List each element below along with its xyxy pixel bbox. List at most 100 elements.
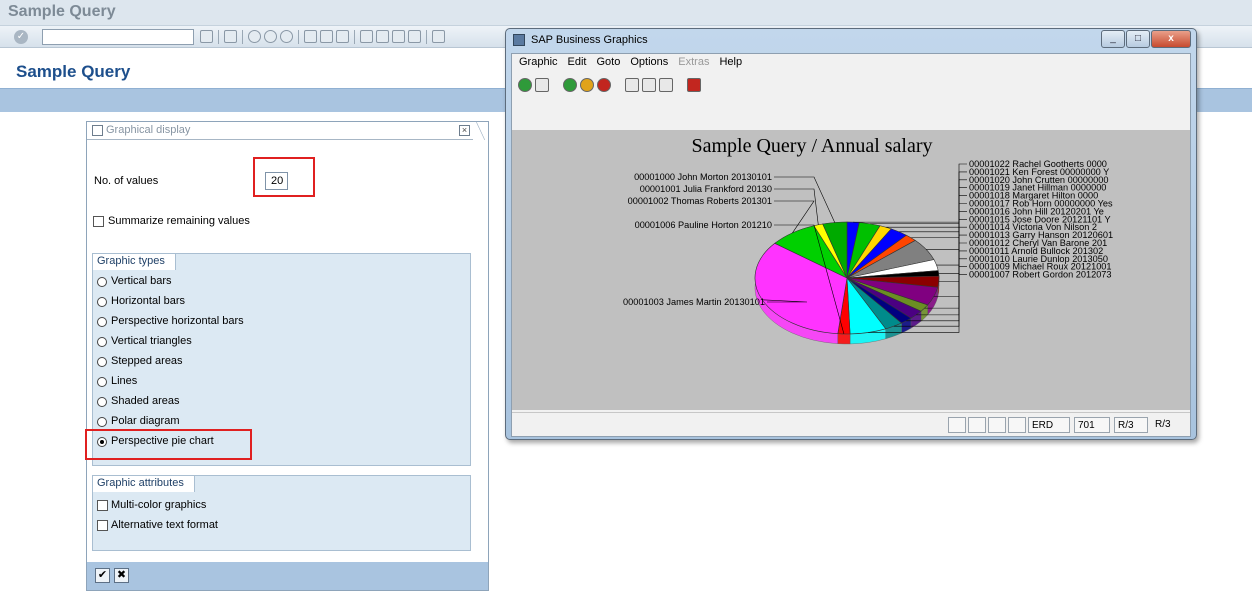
find-icon[interactable] (320, 30, 333, 43)
close-icon[interactable]: x (1151, 30, 1191, 48)
option-label: Stepped areas (111, 355, 183, 367)
cancel-icon[interactable] (597, 78, 611, 92)
window-title: Sample Query (8, 3, 116, 20)
first-page-icon[interactable] (360, 30, 373, 43)
slice-label-00001001-julia-frankford-20130: 00001001 Julia Frankford 20130 (640, 184, 772, 194)
status-system: ERD (1028, 417, 1070, 433)
back-icon[interactable] (248, 30, 261, 43)
cancel-icon[interactable]: ✖ (114, 568, 129, 583)
status-client: 701 (1074, 417, 1110, 433)
print-icon[interactable] (625, 78, 639, 92)
graphic-types-title: Graphic types (93, 254, 176, 270)
menu-goto[interactable]: Goto (597, 56, 621, 72)
option-label: Vertical triangles (111, 335, 192, 347)
radio-perspective-horizontal-bars[interactable] (97, 317, 107, 327)
pie-slice-side-00001006-pauline-horton-201210 (837, 333, 851, 345)
option-label: Perspective horizontal bars (111, 315, 244, 327)
history-icon[interactable] (200, 30, 213, 43)
last-page-icon[interactable] (408, 30, 421, 43)
radio-horizontal-bars[interactable] (97, 297, 107, 307)
panel-footer: ✔ ✖ (87, 562, 488, 590)
leader-line-00001018-margaret-hilton-0000 (910, 195, 967, 239)
graphics-window-title: SAP Business Graphics (531, 34, 648, 46)
panel-header-tab-edge (473, 122, 488, 140)
check-icon[interactable] (518, 78, 532, 92)
menu-edit[interactable]: Edit (568, 56, 587, 72)
graphical-display-panel: Graphical display × No. of values 20 Sum… (85, 121, 489, 591)
graphics-menubar: Graphic Edit Goto Options Extras Help (512, 56, 742, 72)
slice-label-00001007-robert-gordon-2012073: 00001007 Robert Gordon 2012073 (969, 270, 1112, 280)
panel-title: Graphical display (106, 124, 191, 136)
leader-line-00001022-rachel-gootherts-0000 (853, 163, 967, 223)
radio-lines[interactable] (97, 377, 107, 387)
option-label: Alternative text format (111, 519, 218, 531)
find-next-icon[interactable] (336, 30, 349, 43)
panel-close-icon[interactable]: × (459, 125, 470, 136)
help-icon[interactable] (687, 78, 701, 92)
leader-line-00001017-rob-horn-00000000-yes (926, 203, 967, 250)
alternative-text-checkbox[interactable] (97, 520, 108, 531)
multi-color-checkbox[interactable] (97, 500, 108, 511)
panel-popup-icon (92, 125, 103, 136)
chart-title: Sample Query / Annual salary (691, 135, 932, 157)
menu-options[interactable]: Options (630, 56, 668, 72)
new-session-icon[interactable] (432, 30, 445, 43)
toolbar-separator (298, 30, 299, 44)
toolbar-separator (242, 30, 243, 44)
cancel-icon[interactable] (280, 30, 293, 43)
status-box-empty (1008, 417, 1026, 433)
maximize-icon[interactable]: □ (1126, 30, 1150, 48)
radio-polar-diagram[interactable] (97, 417, 107, 427)
graphics-status-bar: ERD 701 R/3 R/3 (512, 412, 1190, 436)
next-page-icon[interactable] (392, 30, 405, 43)
graphics-title-bar[interactable]: SAP Business Graphics _ □ x (506, 29, 1196, 53)
graphics-client-area: Graphic Edit Goto Options Extras Help Sa… (511, 53, 1191, 437)
print-icon[interactable] (304, 30, 317, 43)
exit-icon[interactable] (264, 30, 277, 43)
option-label: Lines (111, 375, 138, 387)
graphic-attributes-group: Graphic attributes Multi-color graphics … (92, 475, 471, 551)
find-next-icon[interactable] (659, 78, 673, 92)
menu-help[interactable]: Help (719, 56, 742, 72)
leader-line-00001019-janet-hillman-0000000 (899, 187, 967, 233)
slice-label-00001000-john-morton-20130101: 00001000 John Morton 20130101 (634, 172, 772, 182)
status-box-empty (948, 417, 966, 433)
highlight-num-values (253, 157, 315, 197)
slice-label-00001002-thomas-roberts-201301: 00001002 Thomas Roberts 201301 (628, 196, 772, 206)
save-icon[interactable] (224, 30, 237, 43)
resize-grip-icon[interactable] (1184, 413, 1190, 437)
radio-shaded-areas[interactable] (97, 397, 107, 407)
summarize-label: Summarize remaining values (108, 215, 250, 227)
radio-stepped-areas[interactable] (97, 357, 107, 367)
back-icon[interactable] (563, 78, 577, 92)
option-label: Polar diagram (111, 415, 180, 427)
menu-extras[interactable]: Extras (678, 56, 709, 72)
leader-line-00001021-ken-forest-00000000-y (869, 171, 967, 225)
save-icon[interactable] (535, 78, 549, 92)
status-release: R/3 (1114, 417, 1148, 433)
exit-icon[interactable] (580, 78, 594, 92)
leader-line-00001001-julia-frankford-20130 (774, 188, 819, 225)
sap-graphics-icon (513, 34, 525, 46)
status-box-empty (968, 417, 986, 433)
system-toolbar-icons (200, 30, 445, 44)
radio-vertical-triangles[interactable] (97, 337, 107, 347)
option-label: Shaded areas (111, 395, 180, 407)
window-title-bar: Sample Query (0, 0, 1252, 26)
status-box-empty (988, 417, 1006, 433)
pie-chart: Sample Query / Annual salary 00001022 Ra… (623, 135, 1113, 345)
command-input[interactable] (43, 30, 193, 44)
confirm-icon[interactable]: ✔ (95, 568, 110, 583)
num-values-label: No. of values (94, 175, 159, 187)
menu-graphic[interactable]: Graphic (519, 56, 558, 72)
command-field[interactable] (42, 29, 194, 45)
previous-page-icon[interactable] (376, 30, 389, 43)
radio-vertical-bars[interactable] (97, 277, 107, 287)
find-icon[interactable] (642, 78, 656, 92)
summarize-checkbox[interactable] (93, 216, 104, 227)
minimize-icon[interactable]: _ (1101, 30, 1125, 48)
slice-label-00001006-pauline-horton-201210: 00001006 Pauline Horton 201210 (635, 220, 772, 230)
enter-icon[interactable]: ✓ (14, 30, 28, 44)
highlight-pie-chart (85, 429, 252, 460)
graphics-toolbar (518, 76, 701, 94)
